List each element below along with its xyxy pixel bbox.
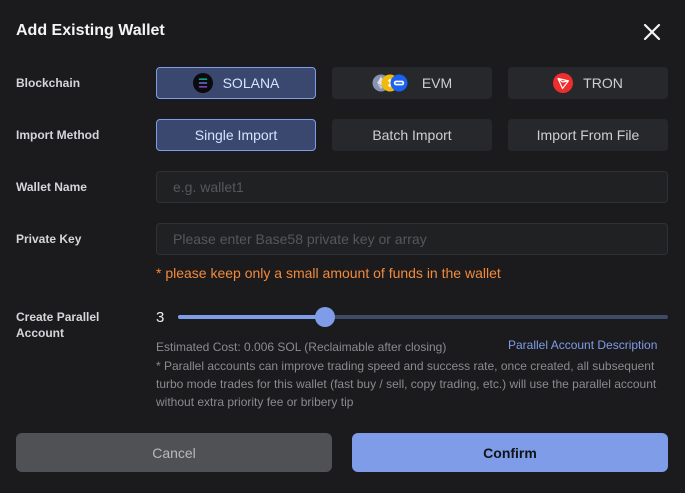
import-method-single[interactable]: Single Import — [156, 119, 316, 151]
slider-fill — [178, 315, 325, 319]
wallet-name-input[interactable] — [156, 171, 668, 203]
estimated-cost: Estimated Cost: 0.006 SOL (Reclaimable a… — [156, 340, 447, 354]
parallel-account-note: * Parallel accounts can improve trading … — [156, 359, 657, 409]
blockchain-option-tron[interactable]: TRON — [508, 67, 668, 99]
private-key-input[interactable] — [156, 223, 668, 255]
evm-chains-icon — [372, 73, 412, 93]
blockchain-label: Blockchain — [16, 76, 81, 90]
wallet-name-label: Wallet Name — [16, 180, 87, 194]
dialog-title: Add Existing Wallet — [16, 22, 165, 39]
import-method-label: Import Method — [16, 128, 100, 142]
import-method-batch[interactable]: Batch Import — [332, 119, 492, 151]
parallel-count-slider[interactable] — [178, 307, 668, 327]
parallel-account-label: Create Parallel Account — [16, 310, 100, 340]
parallel-count-value: 3 — [156, 309, 165, 326]
parallel-description-link[interactable]: Parallel Account Description — [508, 338, 657, 352]
import-method-file[interactable]: Import From File — [508, 119, 668, 151]
private-key-label: Private Key — [16, 232, 82, 246]
blockchain-option-solana[interactable]: SOLANA — [156, 67, 316, 99]
blockchain-option-label: TRON — [583, 75, 623, 91]
solana-icon — [192, 73, 213, 93]
add-wallet-dialog: Add Existing Wallet Blockchain SOLANA EV… — [0, 0, 685, 493]
cancel-button[interactable]: Cancel — [16, 433, 332, 472]
blockchain-option-label: EVM — [421, 75, 453, 91]
slider-thumb[interactable] — [315, 307, 335, 327]
blockchain-option-evm[interactable]: EVM — [332, 67, 492, 99]
blockchain-option-label: SOLANA — [222, 75, 280, 91]
close-icon[interactable] — [640, 20, 664, 44]
tron-icon — [553, 73, 574, 93]
funds-warning: * please keep only a small amount of fun… — [156, 265, 501, 281]
confirm-button[interactable]: Confirm — [352, 433, 668, 472]
